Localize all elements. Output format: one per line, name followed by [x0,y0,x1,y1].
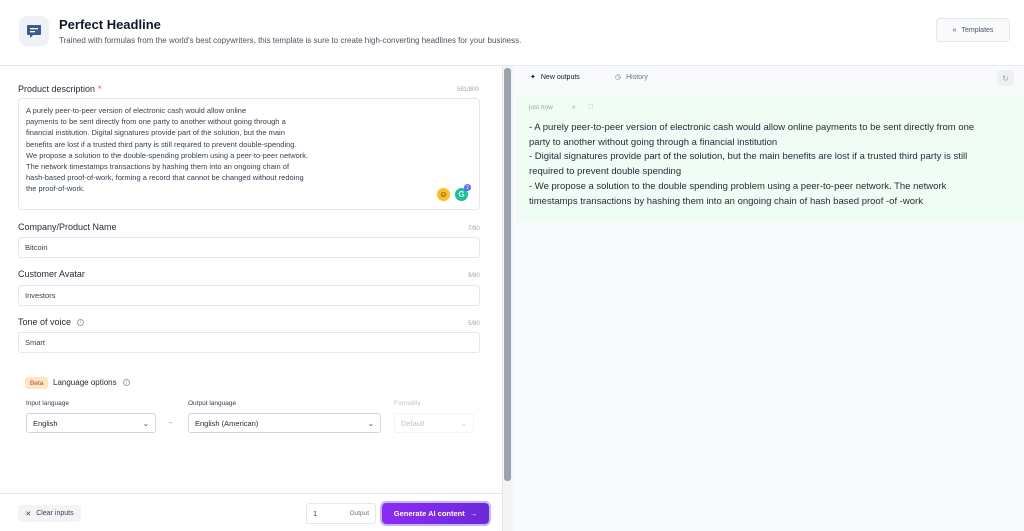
scrollbar-thumb[interactable] [504,68,511,481]
refresh-button[interactable]: ↻ [997,70,1014,86]
company-counter: 7/80 [468,226,480,232]
product-description-counter: 581/800 [457,87,479,93]
double-chevron-left-icon: « [952,26,957,34]
formality-select[interactable]: Default ⌄ [394,413,474,433]
refresh-icon: ↻ [1002,73,1009,83]
input-language-select[interactable]: English ⌄ [26,413,156,433]
copy-icon[interactable]: ❐ [588,104,595,111]
customer-avatar-counter: 9/80 [468,273,480,279]
templates-button[interactable]: « Templates [936,18,1010,42]
textarea-line: A purely peer-to-peer version of electro… [26,106,247,115]
textarea-line: payments to be sent directly from one pa… [26,117,286,127]
textarea-line: financial institution. Digital signature… [26,128,285,138]
output-timestamp: just now [529,104,553,111]
textarea-line: The network timestamps transactions by h… [26,162,290,172]
output-line: timestamps transactions by hashing them … [529,195,923,207]
tone-counter: 5/80 [468,321,480,327]
generate-button[interactable]: Generate AI content → [382,503,489,524]
formality-label: Formality [394,400,421,407]
close-icon: ✕ [25,510,32,518]
output-language-label: Output language [188,400,237,407]
input-language-label: Input language [26,400,70,407]
templates-label: Templates [961,26,994,34]
chat-icon [19,16,49,46]
company-value: Bitcoin [25,243,48,252]
page-title: Perfect Headline [59,17,161,32]
arrow-right-icon: → [166,417,174,426]
customer-avatar-value: Investors [25,291,56,300]
textarea-line: the proof-of-work. [26,184,85,194]
output-count-input[interactable]: 1 Output [306,503,376,524]
textarea-line: We propose a solution to the double-spen… [26,150,309,160]
header: Perfect Headline Trained with formulas f… [0,0,1024,66]
customer-avatar-input[interactable]: Investors [18,285,480,306]
info-icon[interactable]: i [77,318,85,326]
product-description-label: Product description * [18,84,102,94]
tab-history[interactable]: ◷ History [615,73,648,82]
star-icon[interactable]: ★ [571,104,578,111]
clear-inputs-button[interactable]: ✕ Clear inputs [18,505,81,522]
output-line: party to another without going through a… [529,136,778,148]
page-subtitle: Trained with formulas from the world's b… [59,36,522,45]
output-line: required to prevent double spending [529,166,682,178]
output-text: - A purely peer-to-peer version of elect… [529,121,1014,209]
chevron-down-icon: ⌄ [142,418,149,428]
info-icon[interactable]: i [122,379,130,386]
output-language-select[interactable]: English (American) ⌄ [188,413,381,433]
tone-input[interactable]: Smart [18,332,480,353]
chevron-down-icon: ⌄ [460,418,467,428]
arrow-right-icon: → [469,509,478,518]
language-options-label: Language options i [53,378,130,387]
output-count-label: Output [349,510,369,517]
grammarly-count-badge: 2 [464,184,471,191]
clock-icon: ◷ [615,74,622,81]
required-mark: * [98,84,102,94]
product-description-textarea[interactable]: A purely peer-to-peer version of electro… [18,98,480,210]
beta-badge: Beta [25,377,49,389]
sparkle-icon: ✦ [530,74,536,81]
tab-new-outputs[interactable]: ✦ New outputs [530,73,580,82]
output-line: - We propose a solution to the double sp… [529,180,947,192]
customer-avatar-label: Customer Avatar [18,269,85,279]
tone-value: Smart [25,338,46,347]
company-input[interactable]: Bitcoin [18,237,480,258]
textarea-line: benefits are lost if a trusted third par… [26,139,297,149]
chevron-down-icon: ⌄ [367,418,374,428]
company-label: Company/Product Name [18,222,117,232]
output-line: - Digital signatures provide part of the… [529,151,968,163]
output-line: - A purely peer-to-peer version of elect… [529,122,975,133]
emoji-icon[interactable]: ☺ [437,188,450,201]
textarea-line: hash-based proof-of-work, forming a reco… [26,173,304,183]
tone-label: Tone of voice i [18,317,85,327]
